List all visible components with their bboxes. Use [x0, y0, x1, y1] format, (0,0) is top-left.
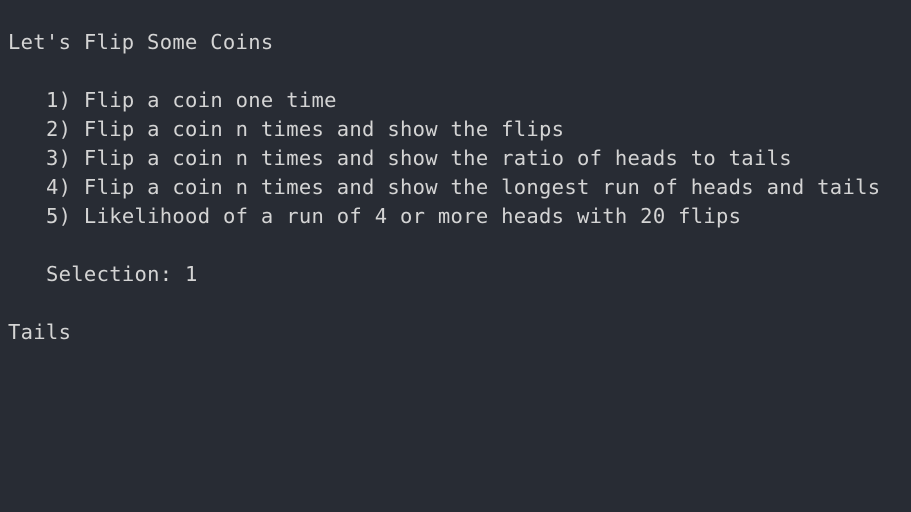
menu-item-4: 4) Flip a coin n times and show the long… — [46, 175, 881, 199]
menu-item-2: 2) Flip a coin n times and show the flip… — [46, 117, 565, 141]
terminal-window[interactable]: Let's Flip Some Coins 1) Flip a coin one… — [0, 0, 911, 512]
menu-item-5: 5) Likelihood of a run of 4 or more head… — [46, 204, 742, 228]
title-line: Let's Flip Some Coins — [8, 30, 274, 54]
menu-item-1: 1) Flip a coin one time — [46, 88, 337, 112]
result-output: Tails — [8, 320, 72, 344]
selection-prompt: Selection: 1 — [46, 262, 198, 286]
menu-item-3: 3) Flip a coin n times and show the rati… — [46, 146, 792, 170]
